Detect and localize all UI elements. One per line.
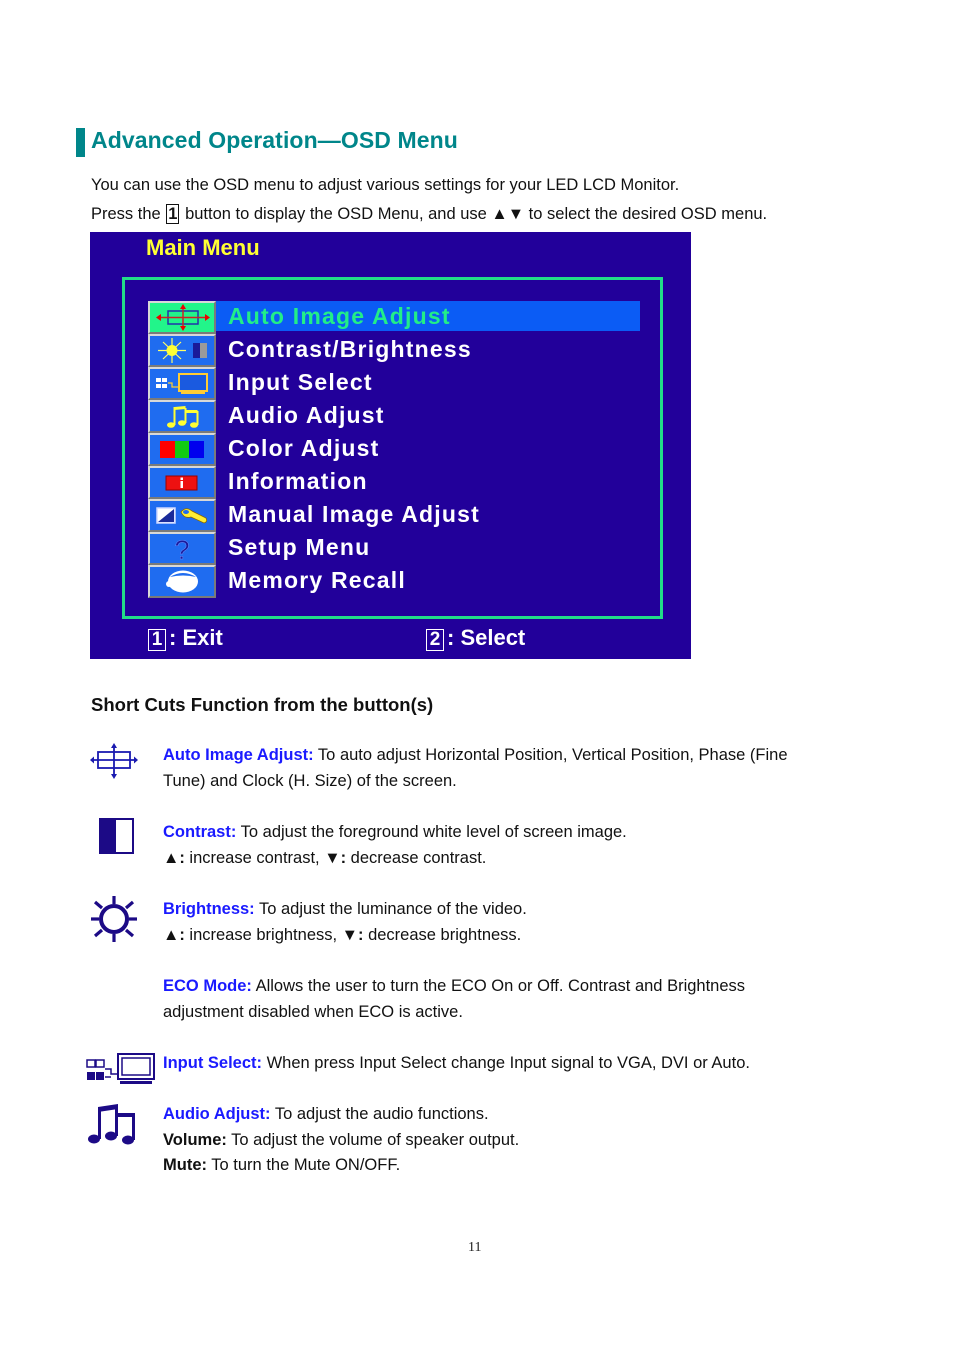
shortcut-desc: To adjust the volume of speaker output. <box>226 1130 520 1149</box>
contrast-brightness-icon <box>148 334 216 367</box>
up-arrow: ▲: <box>163 925 185 944</box>
contrast-icon <box>99 818 134 854</box>
shortcut-line: Input Select: When press Input Select ch… <box>163 1051 750 1077</box>
osd-item-label: Auto Image Adjust <box>228 303 451 329</box>
osd-item-label: Information <box>228 468 368 494</box>
svg-text:?: ? <box>174 535 189 563</box>
select-label: : Select <box>447 625 526 650</box>
shortcut-desc: Allows the user to turn the ECO On or Of… <box>251 977 746 995</box>
shortcut-audio-adjust: Audio Adjust: To adjust the audio functi… <box>163 1102 519 1179</box>
shortcut-line: adjustment disabled when ECO is active. <box>163 1002 463 1021</box>
shortcut-line: Brightness: To adjust the luminance of t… <box>163 897 527 923</box>
mute-label: Mute: <box>163 1156 207 1174</box>
audio-icon <box>88 1104 135 1145</box>
shortcut-line: ▲: increase contrast, ▼: decrease contra… <box>163 846 627 872</box>
shortcut-desc: increase brightness, <box>184 925 342 944</box>
osd-item-setup-menu[interactable]: ? Setup Menu <box>148 532 641 565</box>
manual-adjust-icon <box>148 499 216 532</box>
input-select-icon <box>86 1053 155 1084</box>
auto-adjust-icon <box>90 743 138 779</box>
exit-label: : Exit <box>169 625 223 650</box>
shortcut-desc: To auto adjust Horizontal Position, Vert… <box>313 746 788 764</box>
shortcut-desc: decrease contrast. <box>346 848 487 867</box>
up-arrow: ▲: <box>163 848 185 867</box>
shortcut-desc: decrease brightness. <box>363 925 522 944</box>
audio-icon <box>148 400 216 433</box>
auto-adjust-icon <box>148 301 216 334</box>
color-rgb-icon <box>148 433 216 466</box>
osd-item-label: Color Adjust <box>228 435 380 461</box>
page-title: Advanced Operation—OSD Menu <box>91 127 458 153</box>
osd-item-label: Setup Menu <box>228 534 371 560</box>
shortcut-auto-image-adjust: Auto Image Adjust: To auto adjust Horizo… <box>163 743 788 794</box>
intro-line-2: Press the 1 button to display the OSD Me… <box>91 204 767 224</box>
shortcut-line: ECO Mode: Allows the user to turn the EC… <box>163 974 745 1000</box>
osd-item-label: Contrast/Brightness <box>228 336 472 362</box>
osd-item-information[interactable]: Information <box>148 466 641 499</box>
shortcut-line: Auto Image Adjust: To auto adjust Horizo… <box>163 743 788 769</box>
volume-label: Volume: <box>163 1130 227 1149</box>
osd-item-label: Memory Recall <box>228 567 406 593</box>
osd-item-input-select[interactable]: Input Select <box>148 367 641 400</box>
question-icon: ? <box>148 532 216 565</box>
shortcut-line: Contrast: To adjust the foreground white… <box>163 820 627 846</box>
osd-item-manual-image-adjust[interactable]: Manual Image Adjust <box>148 499 641 532</box>
information-icon <box>148 466 216 499</box>
heading-accent-bar <box>76 128 85 157</box>
osd-item-auto-image-adjust[interactable]: Auto Image Adjust <box>148 301 641 334</box>
shortcut-line: ▲: increase brightness, ▼: decrease brig… <box>163 923 527 949</box>
button-1-key: 1 <box>166 204 180 224</box>
shortcut-desc: To adjust the audio functions. <box>270 1105 489 1123</box>
osd-item-audio-adjust[interactable]: Audio Adjust <box>148 400 641 433</box>
shortcut-label: ECO Mode: <box>163 977 252 995</box>
shortcut-input-select: Input Select: When press Input Select ch… <box>163 1051 750 1077</box>
shortcut-desc: To adjust the foreground white level of … <box>236 823 627 841</box>
shortcut-desc: To adjust the luminance of the video. <box>254 900 527 918</box>
osd-select-hint: 2: Select <box>426 625 525 651</box>
brightness-icon <box>91 896 137 942</box>
osd-main-menu: Main Menu Auto Image Adjust Contrast/Bri… <box>90 232 691 659</box>
page-number: 11 <box>468 1240 482 1255</box>
down-arrow: ▼: <box>341 925 364 944</box>
osd-title: Main Menu <box>146 235 260 260</box>
intro-line-1: You can use the OSD menu to adjust vario… <box>91 176 680 194</box>
shortcut-label: Auto Image Adjust: <box>163 746 314 764</box>
shortcut-label: Contrast: <box>163 823 237 841</box>
osd-item-color-adjust[interactable]: Color Adjust <box>148 433 641 466</box>
shortcut-line: Volume: To adjust the volume of speaker … <box>163 1128 519 1154</box>
shortcut-desc: When press Input Select change Input sig… <box>262 1054 750 1072</box>
osd-item-label: Audio Adjust <box>228 402 385 428</box>
input-select-icon <box>148 367 216 400</box>
osd-exit-hint: 1: Exit <box>148 625 223 651</box>
shortcut-eco-mode: ECO Mode: Allows the user to turn the EC… <box>163 974 745 1025</box>
shortcut-line: Audio Adjust: To adjust the audio functi… <box>163 1102 519 1128</box>
shortcuts-heading: Short Cuts Function from the button(s) <box>91 694 434 715</box>
shortcut-contrast: Contrast: To adjust the foreground white… <box>163 820 627 871</box>
osd-item-memory-recall[interactable]: Memory Recall <box>148 565 641 598</box>
shortcut-line: Tune) and Clock (H. Size) of the screen. <box>163 771 457 790</box>
shortcut-desc: To turn the Mute ON/OFF. <box>207 1156 401 1174</box>
osd-item-contrast-brightness[interactable]: Contrast/Brightness <box>148 334 641 367</box>
down-arrow: ▼: <box>324 848 347 867</box>
memory-recall-icon <box>148 565 216 598</box>
shortcut-brightness: Brightness: To adjust the luminance of t… <box>163 897 527 948</box>
key-1-box: 1 <box>148 629 166 651</box>
intro-text: Press the <box>91 205 161 223</box>
osd-item-label: Input Select <box>228 369 373 395</box>
shortcut-label: Audio Adjust: <box>163 1105 271 1123</box>
intro-text: button to display the OSD Menu, and use … <box>185 205 768 223</box>
osd-item-label: Manual Image Adjust <box>228 501 480 527</box>
shortcut-label: Brightness: <box>163 900 255 918</box>
shortcut-label: Input Select: <box>163 1054 263 1072</box>
key-2-box: 2 <box>426 629 444 651</box>
shortcut-line: Mute: To turn the Mute ON/OFF. <box>163 1153 519 1179</box>
shortcut-desc: increase contrast, <box>184 848 325 867</box>
